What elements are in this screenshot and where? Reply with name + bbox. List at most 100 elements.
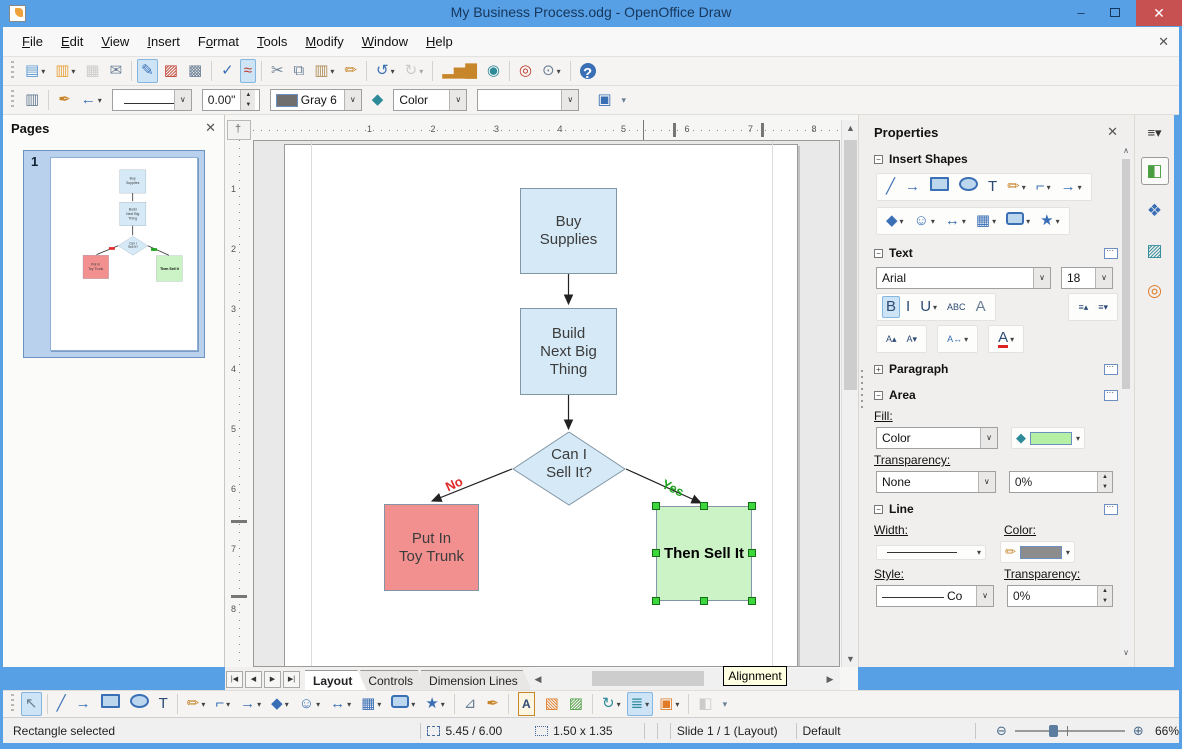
- line-width-select[interactable]: ▾: [876, 544, 986, 560]
- fill-type-select[interactable]: Color ∨: [393, 89, 468, 111]
- scroll-down-icon[interactable]: ▼: [842, 651, 859, 667]
- menu-window[interactable]: Window: [353, 30, 417, 53]
- next-page-icon[interactable]: ▶: [264, 671, 281, 688]
- cut-icon[interactable]: ✂: [267, 59, 288, 83]
- selection-handle[interactable]: [652, 502, 660, 510]
- stars-dropdown-icon[interactable]: ▾: [441, 700, 445, 709]
- insert-ellipse-icon[interactable]: [955, 176, 982, 198]
- open-icon[interactable]: ▥ ▾: [51, 59, 79, 83]
- drawing-viewport[interactable]: No Yes Buy Supplies Build Next Big Thing…: [253, 140, 840, 667]
- hyperlink-icon[interactable]: ◉: [483, 59, 504, 83]
- line-width-spinner[interactable]: 0.00" ▲ ▼: [201, 89, 260, 111]
- character-spacing-icon[interactable]: A↔ ▾: [943, 328, 972, 350]
- sidebar-menu-icon[interactable]: ≡▾: [1141, 123, 1169, 143]
- italic-icon[interactable]: I: [902, 296, 914, 318]
- insert-connector-icon[interactable]: ⌐ ▾: [1032, 176, 1055, 198]
- font-color-dropdown-icon[interactable]: ▾: [1010, 335, 1014, 344]
- horizontal-scrollbar[interactable]: ◀ ▶: [530, 668, 840, 690]
- lines-arrows-dropdown-icon[interactable]: ▾: [257, 700, 261, 709]
- line-dialog-icon[interactable]: ✒: [54, 88, 75, 112]
- toolbar-grip[interactable]: [10, 61, 17, 81]
- increase-font-icon[interactable]: A▴: [882, 328, 901, 350]
- chevron-down-icon[interactable]: ∨: [976, 586, 993, 606]
- close-icon[interactable]: ✕: [205, 120, 216, 136]
- selection-handle[interactable]: [748, 597, 756, 605]
- insert-lines-arrows-icon[interactable]: → ▾: [1057, 176, 1086, 198]
- tab-controls[interactable]: Controls: [360, 670, 427, 690]
- symbol-shapes-icon[interactable]: ☺ ▾: [910, 210, 939, 232]
- tab-dimension-lines[interactable]: Dimension Lines: [421, 670, 532, 690]
- horizontal-ruler[interactable]: 1 2 3 4 5 6 7 8: [253, 120, 840, 140]
- block-arrows-dropdown-icon[interactable]: ▾: [347, 700, 351, 709]
- close-button[interactable]: ✕: [1136, 0, 1182, 26]
- spelling-icon[interactable]: ✓: [217, 59, 238, 83]
- arrange-dropdown-icon[interactable]: ▾: [675, 700, 679, 709]
- toolbar-grip[interactable]: [10, 90, 17, 110]
- insert-text-icon[interactable]: T: [984, 176, 1001, 198]
- document-close-icon[interactable]: ✕: [1158, 34, 1169, 50]
- close-icon[interactable]: ✕: [1107, 124, 1118, 140]
- spinner-arrows[interactable]: ▲ ▼: [1097, 472, 1112, 492]
- arrange-icon[interactable]: ▣ ▾: [655, 692, 683, 716]
- star-shapes-icon[interactable]: ★ ▾: [1036, 210, 1063, 232]
- styles-window-icon[interactable]: ▥: [21, 88, 43, 112]
- fill-color-select[interactable]: ∨: [477, 89, 580, 111]
- basic-shapes-icon[interactable]: ◆ ▾: [882, 210, 908, 232]
- autospellcheck-icon[interactable]: ≈: [239, 59, 256, 83]
- font-size-select[interactable]: 18 ∨: [1061, 267, 1113, 289]
- undo-dropdown-icon[interactable]: ▾: [391, 67, 395, 76]
- copy-icon[interactable]: ⧉: [290, 59, 309, 83]
- scrollbar-thumb[interactable]: [844, 140, 857, 390]
- collapse-icon[interactable]: −: [874, 504, 883, 514]
- selection-handle[interactable]: [652, 549, 660, 557]
- collapse-icon[interactable]: −: [874, 390, 883, 400]
- star-shapes-dropdown-icon[interactable]: ▾: [1056, 217, 1060, 226]
- bold-icon[interactable]: B: [882, 296, 901, 318]
- decrease-spacing-icon[interactable]: ≡▾: [1094, 296, 1112, 318]
- new-document-icon[interactable]: ▤ ▾: [21, 59, 49, 83]
- page-style[interactable]: Default: [803, 724, 969, 738]
- selection-handle[interactable]: [748, 502, 756, 510]
- line-color-button[interactable]: ✏ ▾: [1000, 541, 1075, 563]
- paste-dropdown-icon[interactable]: ▾: [330, 67, 334, 76]
- toolbar-grip[interactable]: [10, 694, 17, 714]
- navigator-tab-icon[interactable]: ◎: [1141, 277, 1169, 305]
- underline-icon[interactable]: U ▾: [916, 296, 941, 318]
- callout-shapes-icon[interactable]: ▾: [1002, 210, 1034, 232]
- toolbar-overflow-icon[interactable]: ▾: [618, 88, 631, 112]
- callouts-dropdown-icon[interactable]: ▾: [411, 700, 415, 709]
- clone-formatting-icon[interactable]: ✏: [340, 59, 361, 83]
- paste-icon[interactable]: ▥ ▾: [310, 59, 338, 83]
- area-fill-color-button[interactable]: ◆ ▾: [1011, 427, 1086, 449]
- selection-handle[interactable]: [652, 597, 660, 605]
- chevron-down-icon[interactable]: ▾: [977, 548, 981, 557]
- scroll-up-icon[interactable]: ▲: [842, 120, 859, 136]
- navigator-icon[interactable]: ◎: [515, 59, 536, 83]
- undo-icon[interactable]: ↺ ▾: [372, 59, 399, 83]
- arrowheads-icon[interactable]: ← ▾: [77, 88, 106, 112]
- chevron-down-icon[interactable]: ∨: [173, 90, 191, 110]
- vertical-scrollbar[interactable]: ▲ ▼: [841, 120, 858, 667]
- basic-shapes-dropdown-icon[interactable]: ▾: [900, 217, 904, 226]
- maximize-button[interactable]: [1100, 0, 1130, 26]
- print-icon[interactable]: ▩: [184, 59, 206, 83]
- chevron-down-icon[interactable]: ∨: [1095, 268, 1112, 288]
- block-arrows-icon[interactable]: ↔ ▾: [941, 210, 970, 232]
- zoom-in-icon[interactable]: ⊕: [1133, 723, 1144, 739]
- zoom-percentage[interactable]: 66%: [1144, 724, 1179, 738]
- dialog-launcher-icon[interactable]: [1104, 388, 1118, 401]
- properties-tab-icon[interactable]: ◧: [1140, 157, 1169, 185]
- line-style-select[interactable]: Co ∨: [876, 585, 994, 607]
- insert-lines-arrows-dropdown-icon[interactable]: ▾: [1078, 183, 1082, 192]
- callouts-icon[interactable]: ▾: [387, 692, 419, 716]
- symbol-shapes-dropdown-icon[interactable]: ▾: [316, 700, 320, 709]
- tab-layout[interactable]: Layout: [305, 670, 366, 690]
- font-name-select[interactable]: Arial ∨: [876, 267, 1051, 289]
- select-icon[interactable]: ↖: [21, 692, 42, 716]
- line-icon[interactable]: ╱: [53, 692, 70, 716]
- menu-format[interactable]: Format: [189, 30, 248, 53]
- chevron-down-icon[interactable]: ∨: [980, 428, 997, 448]
- flow-node-put-in-toy-trunk[interactable]: Put In Toy Trunk: [384, 504, 479, 591]
- first-page-icon[interactable]: |◀: [226, 671, 243, 688]
- menu-insert[interactable]: Insert: [138, 30, 189, 53]
